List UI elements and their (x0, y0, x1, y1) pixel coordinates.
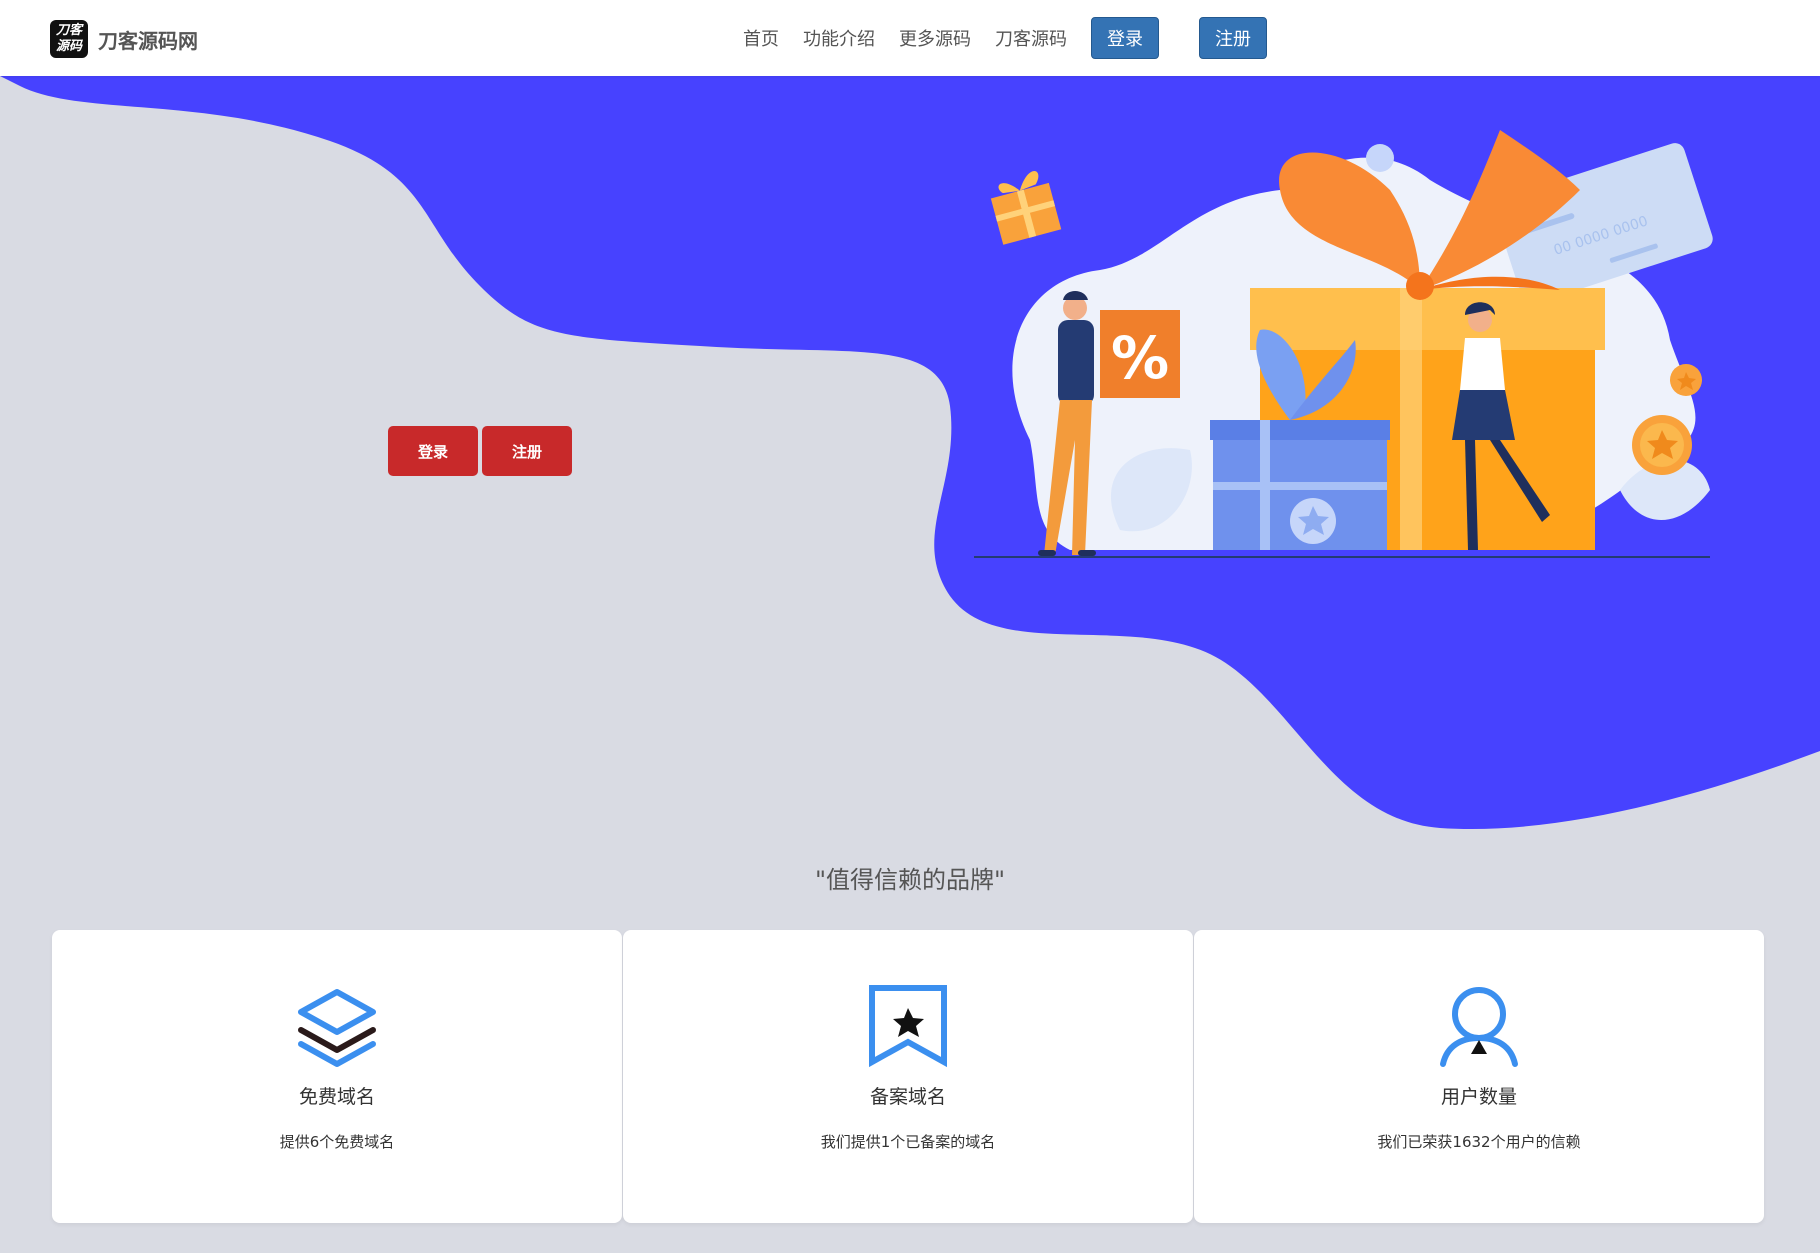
nav-link-daoke-source[interactable]: 刀客源码 (995, 25, 1067, 51)
site-logo: 刀客 源码 (50, 20, 88, 58)
nav-links: 首页 功能介绍 更多源码 刀客源码 登录 注册 (743, 0, 1267, 76)
layers-icon (298, 989, 376, 1067)
feature-cards: 免费域名 提供6个免费域名 备案域名 我们提供1个已备案的域名 用户数量 我们已… (52, 930, 1765, 1223)
percent-sign: % (1111, 324, 1169, 392)
brand[interactable]: 刀客 源码 刀客源码网 (50, 20, 198, 58)
nav-link-home[interactable]: 首页 (743, 25, 779, 51)
bookmark-star-icon (869, 985, 947, 1068)
card-description: 我们已荣获1632个用户的信赖 (1377, 1133, 1581, 1151)
user-icon (1440, 987, 1518, 1067)
card-title: 备案域名 (869, 1086, 946, 1108)
hero-register-button[interactable]: 注册 (482, 426, 572, 476)
nav-login-button[interactable]: 登录 (1091, 17, 1159, 59)
card-free-domain: 免费域名 提供6个免费域名 (52, 930, 622, 1223)
nav-register-button[interactable]: 注册 (1199, 17, 1267, 59)
nav-link-features[interactable]: 功能介绍 (803, 25, 875, 51)
brand-name: 刀客源码网 (98, 28, 198, 53)
card-description: 我们提供1个已备案的域名 (820, 1133, 996, 1151)
gift-illustration: 00 0000 0000 % (974, 130, 1713, 558)
hero-buttons: 登录 注册 (388, 426, 572, 476)
card-user-count: 用户数量 我们已荣获1632个用户的信赖 (1194, 930, 1764, 1223)
card-filed-domain: 备案域名 我们提供1个已备案的域名 (623, 930, 1193, 1223)
card-description: 提供6个免费域名 (279, 1133, 395, 1151)
logo-text-top: 刀客 (55, 23, 82, 38)
nav-link-more-source[interactable]: 更多源码 (899, 25, 971, 51)
card-title: 免费域名 (298, 1086, 375, 1108)
card-title: 用户数量 (1440, 1086, 1517, 1108)
top-navbar: 刀客 源码 刀客源码网 首页 功能介绍 更多源码 刀客源码 登录 注册 (0, 0, 1820, 76)
section-title: "值得信赖的品牌" (814, 866, 1006, 894)
logo-text-bottom: 源码 (55, 39, 82, 54)
hero-login-button[interactable]: 登录 (388, 426, 478, 476)
